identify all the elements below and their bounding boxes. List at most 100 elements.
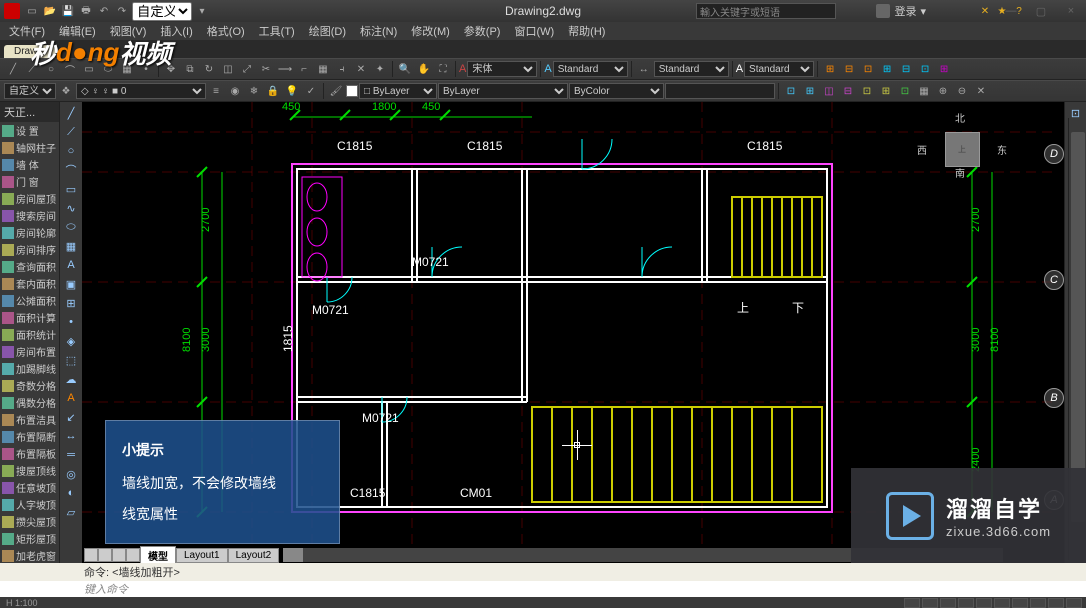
panel-item[interactable]: 奇数分格 [0,377,59,394]
app-icon[interactable] [4,3,20,19]
panel-item[interactable]: 房间布置 [0,343,59,360]
copy-icon[interactable]: ⧉ [181,60,199,78]
panel-item[interactable]: 搜屋顶线 [0,462,59,479]
lineweight-select[interactable]: ByColor [569,83,664,99]
panel-item[interactable]: 攒尖屋顶 [0,513,59,530]
menu-tools[interactable]: 工具(T) [254,23,300,39]
qa-dropdown-icon[interactable]: ▾ [194,3,210,19]
grid-icon-7[interactable]: ⊞ [935,60,953,78]
layer-select[interactable]: ◇ ♀ ♀ ■ 0 [76,83,206,99]
misc-icon-5[interactable]: ⊡ [858,82,876,100]
misc-icon-10[interactable]: ⊖ [953,82,971,100]
layer-props-icon[interactable]: ❖ [57,82,75,100]
mirror-icon[interactable]: ◫ [219,60,237,78]
misc-icon-4[interactable]: ⊟ [839,82,857,100]
dim-style-select[interactable]: Standard [654,61,729,77]
tc-mline-icon[interactable]: ═ [62,446,80,464]
misc-icon-9[interactable]: ⊕ [934,82,952,100]
panel-item[interactable]: 设 置 [0,122,59,139]
explode-icon[interactable]: ✦ [371,60,389,78]
tab-layout2[interactable]: Layout2 [228,548,280,563]
panel-item[interactable]: 房间排序 [0,241,59,258]
fillet-icon[interactable]: ⌐ [295,60,313,78]
tc-region-icon[interactable]: ◈ [62,332,80,350]
color-select[interactable]: □ ByLayer [359,83,437,99]
tc-table-icon[interactable]: ⊞ [62,294,80,312]
match-props-icon[interactable]: 🖌 [327,82,345,100]
panel-item[interactable]: 门 窗 [0,173,59,190]
sb-osnap-icon[interactable] [976,598,992,608]
misc-icon-11[interactable]: ✕ [972,82,990,100]
misc-icon-7[interactable]: ⊡ [896,82,914,100]
array-icon[interactable]: ▦ [314,60,332,78]
tc-pline-icon[interactable]: ⟋ [62,123,80,141]
sb-qp-icon[interactable] [1066,598,1082,608]
status-scale[interactable]: H 1:100 [6,598,38,608]
custom-select[interactable]: 自定义 [4,83,56,99]
open-icon[interactable]: 📂 [42,3,58,19]
panel-item[interactable]: 加踢脚线 [0,360,59,377]
panel-item[interactable]: 查询面积 [0,258,59,275]
dim-style-icon[interactable]: ↔ [635,60,653,78]
sb-dyn-icon[interactable] [1012,598,1028,608]
panel-item[interactable]: 搜索房间 [0,207,59,224]
panel-item[interactable]: 人字坡顶 [0,496,59,513]
panel-item[interactable]: 布置隔断 [0,428,59,445]
font-select[interactable]: 宋体 [467,61,537,77]
misc-icon-2[interactable]: ⊞ [801,82,819,100]
erase-icon[interactable]: ✕ [352,60,370,78]
panel-item[interactable]: 面积统计 [0,326,59,343]
pan-icon[interactable]: ✋ [415,60,433,78]
tab-first-icon[interactable]: ⏮ [84,548,98,562]
tab-next-icon[interactable]: ▶ [112,548,126,562]
misc-icon-8[interactable]: ▦ [915,82,933,100]
panel-item[interactable]: 墙 体 [0,156,59,173]
tc-spline-icon[interactable]: ∿ [62,199,80,217]
text-a-icon[interactable]: A [459,63,466,75]
tab-model[interactable]: 模型 [140,546,176,565]
sb-model-icon[interactable] [1048,598,1064,608]
offset-icon[interactable]: ⫞ [333,60,351,78]
panel-item[interactable]: 布置隔板 [0,445,59,462]
layer-match-icon[interactable]: ✓ [302,82,320,100]
layer-lock-icon[interactable]: 🔒 [264,82,282,100]
panel-item[interactable]: 轴网柱子 [0,139,59,156]
tc-ellipse-icon[interactable]: ⬭ [62,218,80,236]
scale-icon[interactable]: ⤢ [238,60,256,78]
panel-item[interactable]: 布置洁具 [0,411,59,428]
text-style-select[interactable]: Standard [553,61,628,77]
layer-iso-icon[interactable]: ◉ [226,82,244,100]
exchange-icon[interactable]: ✕ [978,4,992,18]
workspace-select[interactable]: 自定义 [132,2,192,21]
grid-icon-1[interactable]: ⊞ [821,60,839,78]
panel-item[interactable]: 面积计算 [0,309,59,326]
panel-item[interactable]: 加老虎窗 [0,547,59,564]
menu-window[interactable]: 窗口(W) [509,23,559,39]
trim-icon[interactable]: ✂ [257,60,275,78]
grid-icon-4[interactable]: ⊞ [878,60,896,78]
line-icon[interactable]: ╱ [4,60,22,78]
undo-icon[interactable]: ↶ [96,3,112,19]
tc-block-icon[interactable]: ▣ [62,275,80,293]
table-style-select[interactable]: Standard [744,61,814,77]
tc-gradient-icon[interactable]: ◐ [62,484,80,502]
menu-dimension[interactable]: 标注(N) [355,23,402,39]
sb-otrack-icon[interactable] [994,598,1010,608]
misc-icon-1[interactable]: ⊡ [782,82,800,100]
panel-item[interactable]: 公摊面积 [0,292,59,309]
tc-hatch-icon[interactable]: ▦ [62,237,80,255]
zoom-extents-icon[interactable]: ⛶ [434,60,452,78]
color-swatch[interactable] [346,85,358,97]
panel-item[interactable]: 套内面积 [0,275,59,292]
tc-point-icon[interactable]: • [62,313,80,331]
grid-icon-5[interactable]: ⊟ [897,60,915,78]
maximize-button[interactable]: ▢ [1026,0,1056,22]
grid-icon-6[interactable]: ⊡ [916,60,934,78]
login-button[interactable]: 登录 ▾ [876,3,926,19]
tab-prev-icon[interactable]: ◀ [98,548,112,562]
sb-ortho-icon[interactable] [940,598,956,608]
linetype-select[interactable]: ByLayer [438,83,568,99]
misc-icon-3[interactable]: ◫ [820,82,838,100]
panel-item[interactable]: 房间轮廓 [0,224,59,241]
menu-modify[interactable]: 修改(M) [406,23,455,39]
